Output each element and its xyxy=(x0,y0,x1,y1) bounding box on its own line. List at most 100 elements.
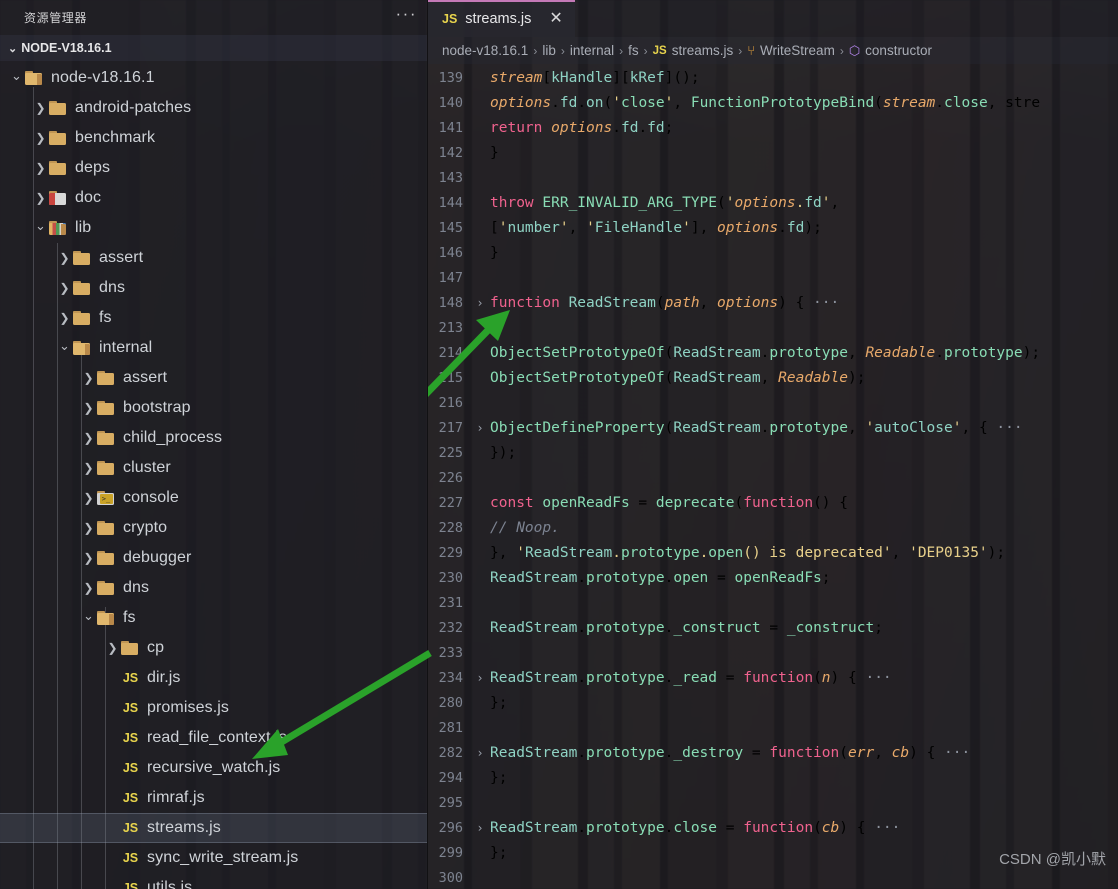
tree-item-label: fs xyxy=(123,609,136,626)
tree-item-doc[interactable]: ❯ doc xyxy=(0,183,427,213)
code-line: 227 const openReadFs = deprecate(function… xyxy=(428,491,1118,516)
chevron-right-icon[interactable]: ❯ xyxy=(80,581,97,595)
line-number: 231 xyxy=(438,595,463,611)
chevron-right-icon[interactable]: ❯ xyxy=(80,521,97,535)
tree-item-dns[interactable]: ❯ dns xyxy=(0,273,427,303)
code-line-text: } xyxy=(490,245,499,261)
chevron-right-icon[interactable]: ❯ xyxy=(56,251,73,265)
tree-item-console[interactable]: ❯ console xyxy=(0,483,427,513)
tree-item-debugger[interactable]: ❯ debugger xyxy=(0,543,427,573)
chevron-right-icon[interactable]: ❯ xyxy=(80,401,97,415)
tree-item-label: fs xyxy=(99,309,112,326)
workspace-name: NODE-V18.16.1 xyxy=(21,41,112,55)
breadcrumb-item[interactable]: WriteStream xyxy=(760,43,835,58)
tree-item-dir-js[interactable]: JS dir.js xyxy=(0,663,427,693)
tree-item-label: dns xyxy=(99,279,126,296)
fold-chevron-icon[interactable]: › xyxy=(472,741,488,766)
code-editor[interactable]: 139 stream[kHandle][kRef](); 140 options.… xyxy=(428,64,1118,889)
code-line-text: } xyxy=(490,145,499,161)
breadcrumb-item[interactable]: streams.js xyxy=(672,43,734,58)
code-line: 281 xyxy=(428,716,1118,741)
watermark-text: CSDN @凯小默 xyxy=(999,851,1106,868)
line-number: 146 xyxy=(438,245,463,261)
tree-item-read-file-context-js[interactable]: JS read_file_context.js xyxy=(0,723,427,753)
chevron-down-icon[interactable]: ⌄ xyxy=(8,68,25,88)
tree-item-rimraf-js[interactable]: JS rimraf.js xyxy=(0,783,427,813)
chevron-down-icon[interactable]: ⌄ xyxy=(56,338,73,358)
tree-item-label: lib xyxy=(75,219,92,236)
chevron-right-icon[interactable]: ❯ xyxy=(32,101,49,115)
code-line: 145 ['number', 'FileHandle'], options.fd… xyxy=(428,216,1118,241)
tree-item-assert[interactable]: ❯ assert xyxy=(0,363,427,393)
code-line-text: }; xyxy=(490,770,508,786)
chevron-right-icon[interactable]: ❯ xyxy=(32,161,49,175)
tree-item-child-process[interactable]: ❯ child_process xyxy=(0,423,427,453)
fold-chevron-icon[interactable]: › xyxy=(472,666,488,691)
chevron-right-icon[interactable]: ❯ xyxy=(80,491,97,505)
js-file-icon: JS xyxy=(122,701,139,715)
tree-item-deps[interactable]: ❯ deps xyxy=(0,153,427,183)
chevron-right-icon[interactable]: ❯ xyxy=(80,371,97,385)
tree-item-android-patches[interactable]: ❯ android-patches xyxy=(0,93,427,123)
breadcrumb-separator: › xyxy=(560,43,565,58)
tree-item-lib[interactable]: ⌄ lib xyxy=(0,213,427,243)
more-actions-icon[interactable]: ··· xyxy=(396,5,417,25)
chevron-right-icon[interactable]: ❯ xyxy=(32,191,49,205)
tab-label: streams.js xyxy=(465,10,532,27)
chevron-down-icon[interactable]: ⌄ xyxy=(80,608,97,628)
tree-item-fs[interactable]: ❯ fs xyxy=(0,303,427,333)
tree-item-label: doc xyxy=(75,189,102,206)
breadcrumb-item[interactable]: node-v18.16.1 xyxy=(442,43,528,58)
tree-item-crypto[interactable]: ❯ crypto xyxy=(0,513,427,543)
tree-item-benchmark[interactable]: ❯ benchmark xyxy=(0,123,427,153)
workspace-section-header[interactable]: ⌄ NODE-V18.16.1 xyxy=(0,35,427,61)
breadcrumb-item[interactable]: constructor xyxy=(865,43,932,58)
chevron-right-icon[interactable]: ❯ xyxy=(80,461,97,475)
code-line: 139 stream[kHandle][kRef](); xyxy=(428,66,1118,91)
chevron-right-icon[interactable]: ❯ xyxy=(80,551,97,565)
chevron-right-icon[interactable]: ❯ xyxy=(80,431,97,445)
tree-item-assert[interactable]: ❯ assert xyxy=(0,243,427,273)
code-line: 141 return options.fd.fd; xyxy=(428,116,1118,141)
tree-item-streams-js[interactable]: JS streams.js xyxy=(0,813,427,843)
code-line: 147 xyxy=(428,266,1118,291)
chevron-down-icon[interactable]: ⌄ xyxy=(32,218,49,238)
breadcrumb-item[interactable]: fs xyxy=(628,43,639,58)
chevron-right-icon[interactable]: ❯ xyxy=(104,641,121,655)
code-line-text: ReadStream.prototype.close = function(cb… xyxy=(490,820,901,836)
fold-chevron-icon[interactable]: › xyxy=(472,291,488,316)
tree-item-recursive-watch-js[interactable]: JS recursive_watch.js xyxy=(0,753,427,783)
breadcrumb-item[interactable]: lib xyxy=(542,43,556,58)
tree-item-promises-js[interactable]: JS promises.js xyxy=(0,693,427,723)
tree-item-cluster[interactable]: ❯ cluster xyxy=(0,453,427,483)
close-icon[interactable]: ✕ xyxy=(549,10,562,27)
line-number: 280 xyxy=(438,695,463,711)
code-line: 143 xyxy=(428,166,1118,191)
breadcrumb-separator: › xyxy=(619,43,624,58)
chevron-right-icon[interactable]: ❯ xyxy=(56,281,73,295)
folder-open-icon xyxy=(73,340,92,356)
tree-item-cp[interactable]: ❯ cp xyxy=(0,633,427,663)
breadcrumb-item[interactable]: internal xyxy=(570,43,614,58)
breadcrumb: node-v18.16.1 › lib › internal › fs › JS streams.… xyxy=(428,37,1118,64)
tab-streams-js[interactable]: JS streams.js ✕ xyxy=(428,0,575,37)
line-number: 147 xyxy=(438,270,463,286)
tree-item-sync-write-stream-js[interactable]: JS sync_write_stream.js xyxy=(0,843,427,873)
tree-item-bootstrap[interactable]: ❯ bootstrap xyxy=(0,393,427,423)
chevron-right-icon[interactable]: ❯ xyxy=(56,311,73,325)
tree-item-utils-js[interactable]: JS utils.js xyxy=(0,873,427,889)
code-line: 233 xyxy=(428,641,1118,666)
tree-item-node-v18-16-1[interactable]: ⌄ node-v18.16.1 xyxy=(0,63,427,93)
line-number: 234 xyxy=(438,670,463,686)
tree-item-internal[interactable]: ⌄ internal xyxy=(0,333,427,363)
tree-item-label: benchmark xyxy=(75,129,156,146)
code-line: 228 // Noop. xyxy=(428,516,1118,541)
vscode-window: 资源管理器 ··· ⌄ NODE-V18.16.1 ⌄ node-v18.16.1… xyxy=(0,0,1118,889)
fold-chevron-icon[interactable]: › xyxy=(472,816,488,841)
tree-item-fs[interactable]: ⌄ fs xyxy=(0,603,427,633)
chevron-right-icon[interactable]: ❯ xyxy=(32,131,49,145)
fold-chevron-icon[interactable]: › xyxy=(472,416,488,441)
folder-icon xyxy=(97,370,116,386)
tree-item-label: crypto xyxy=(123,519,168,536)
tree-item-dns[interactable]: ❯ dns xyxy=(0,573,427,603)
